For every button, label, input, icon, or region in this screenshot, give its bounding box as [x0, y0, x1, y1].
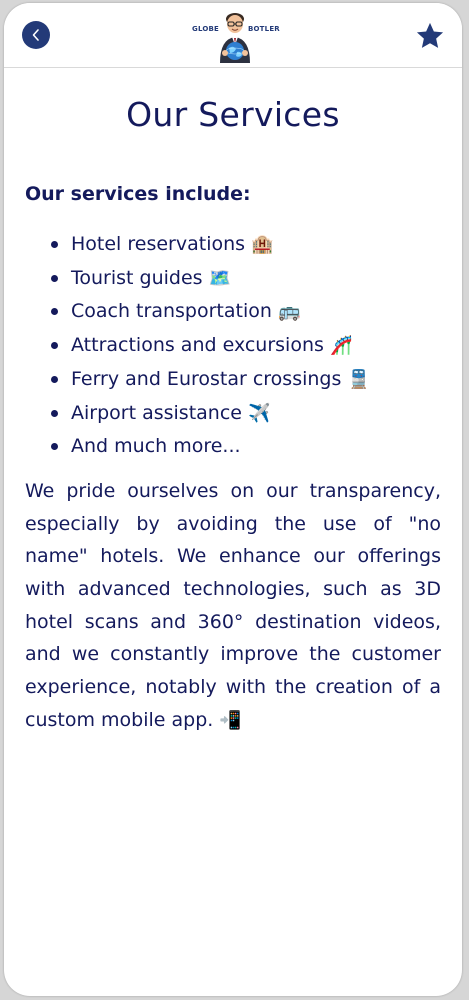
favorite-button[interactable] [414, 20, 446, 52]
bus-icon: 🚌 [277, 301, 301, 323]
services-heading: Our services include: [25, 183, 251, 205]
list-item: And much more... [25, 430, 441, 463]
service-label: Attractions and excursions [71, 334, 324, 357]
bullet-icon [51, 443, 58, 451]
globe-botler-logo: GLOBE BOTLER [190, 7, 280, 65]
map-icon: 🗺️ [208, 267, 232, 289]
list-item: Airport assistance ✈️ [25, 397, 441, 431]
top-bar: GLOBE BOTLER [4, 3, 462, 68]
service-label: Airport assistance [71, 401, 242, 424]
hotel-icon: 🏨 [251, 234, 274, 255]
train-icon: 🚆 [347, 368, 370, 390]
bullet-icon [51, 241, 58, 248]
service-label: Coach transportation [71, 300, 272, 323]
airplane-icon: ✈️ [248, 402, 271, 424]
list-item: Ferry and Eurostar crossings 🚆 [25, 363, 441, 397]
service-label: Tourist guides [71, 266, 203, 289]
list-item: Tourist guides 🗺️ [25, 262, 441, 296]
mascot-icon [220, 13, 250, 63]
bullet-icon [51, 375, 58, 383]
service-label: Ferry and Eurostar crossings [71, 367, 342, 390]
mobile-phone-icon: 📲 [219, 709, 242, 731]
bullet-icon [51, 308, 58, 316]
list-item: Coach transportation 🚌 [25, 295, 441, 329]
list-item: Hotel reservations 🏨 [25, 228, 441, 262]
app-screen: GLOBE BOTLER Our Services Our services i… [4, 3, 462, 996]
services-description: We pride ourselves on our transparency, … [25, 475, 441, 738]
services-content: Our Services Our services include: Hotel… [25, 91, 441, 738]
list-item: Attractions and excursions 🎢 [25, 329, 441, 363]
page-title: Our Services [126, 95, 340, 134]
roller-coaster-icon: 🎢 [329, 335, 353, 357]
bullet-icon [51, 342, 58, 350]
service-label: Hotel reservations [71, 233, 246, 255]
chevron-left-icon [32, 29, 39, 41]
bullet-icon [51, 409, 58, 417]
services-list: Hotel reservations 🏨 Tourist guides 🗺️ C… [25, 228, 441, 463]
description-text: We pride ourselves on our transparency, … [25, 479, 441, 731]
back-button[interactable] [22, 21, 50, 49]
bullet-icon [51, 274, 58, 282]
star-icon [416, 22, 444, 48]
service-label: And much more... [71, 435, 241, 458]
